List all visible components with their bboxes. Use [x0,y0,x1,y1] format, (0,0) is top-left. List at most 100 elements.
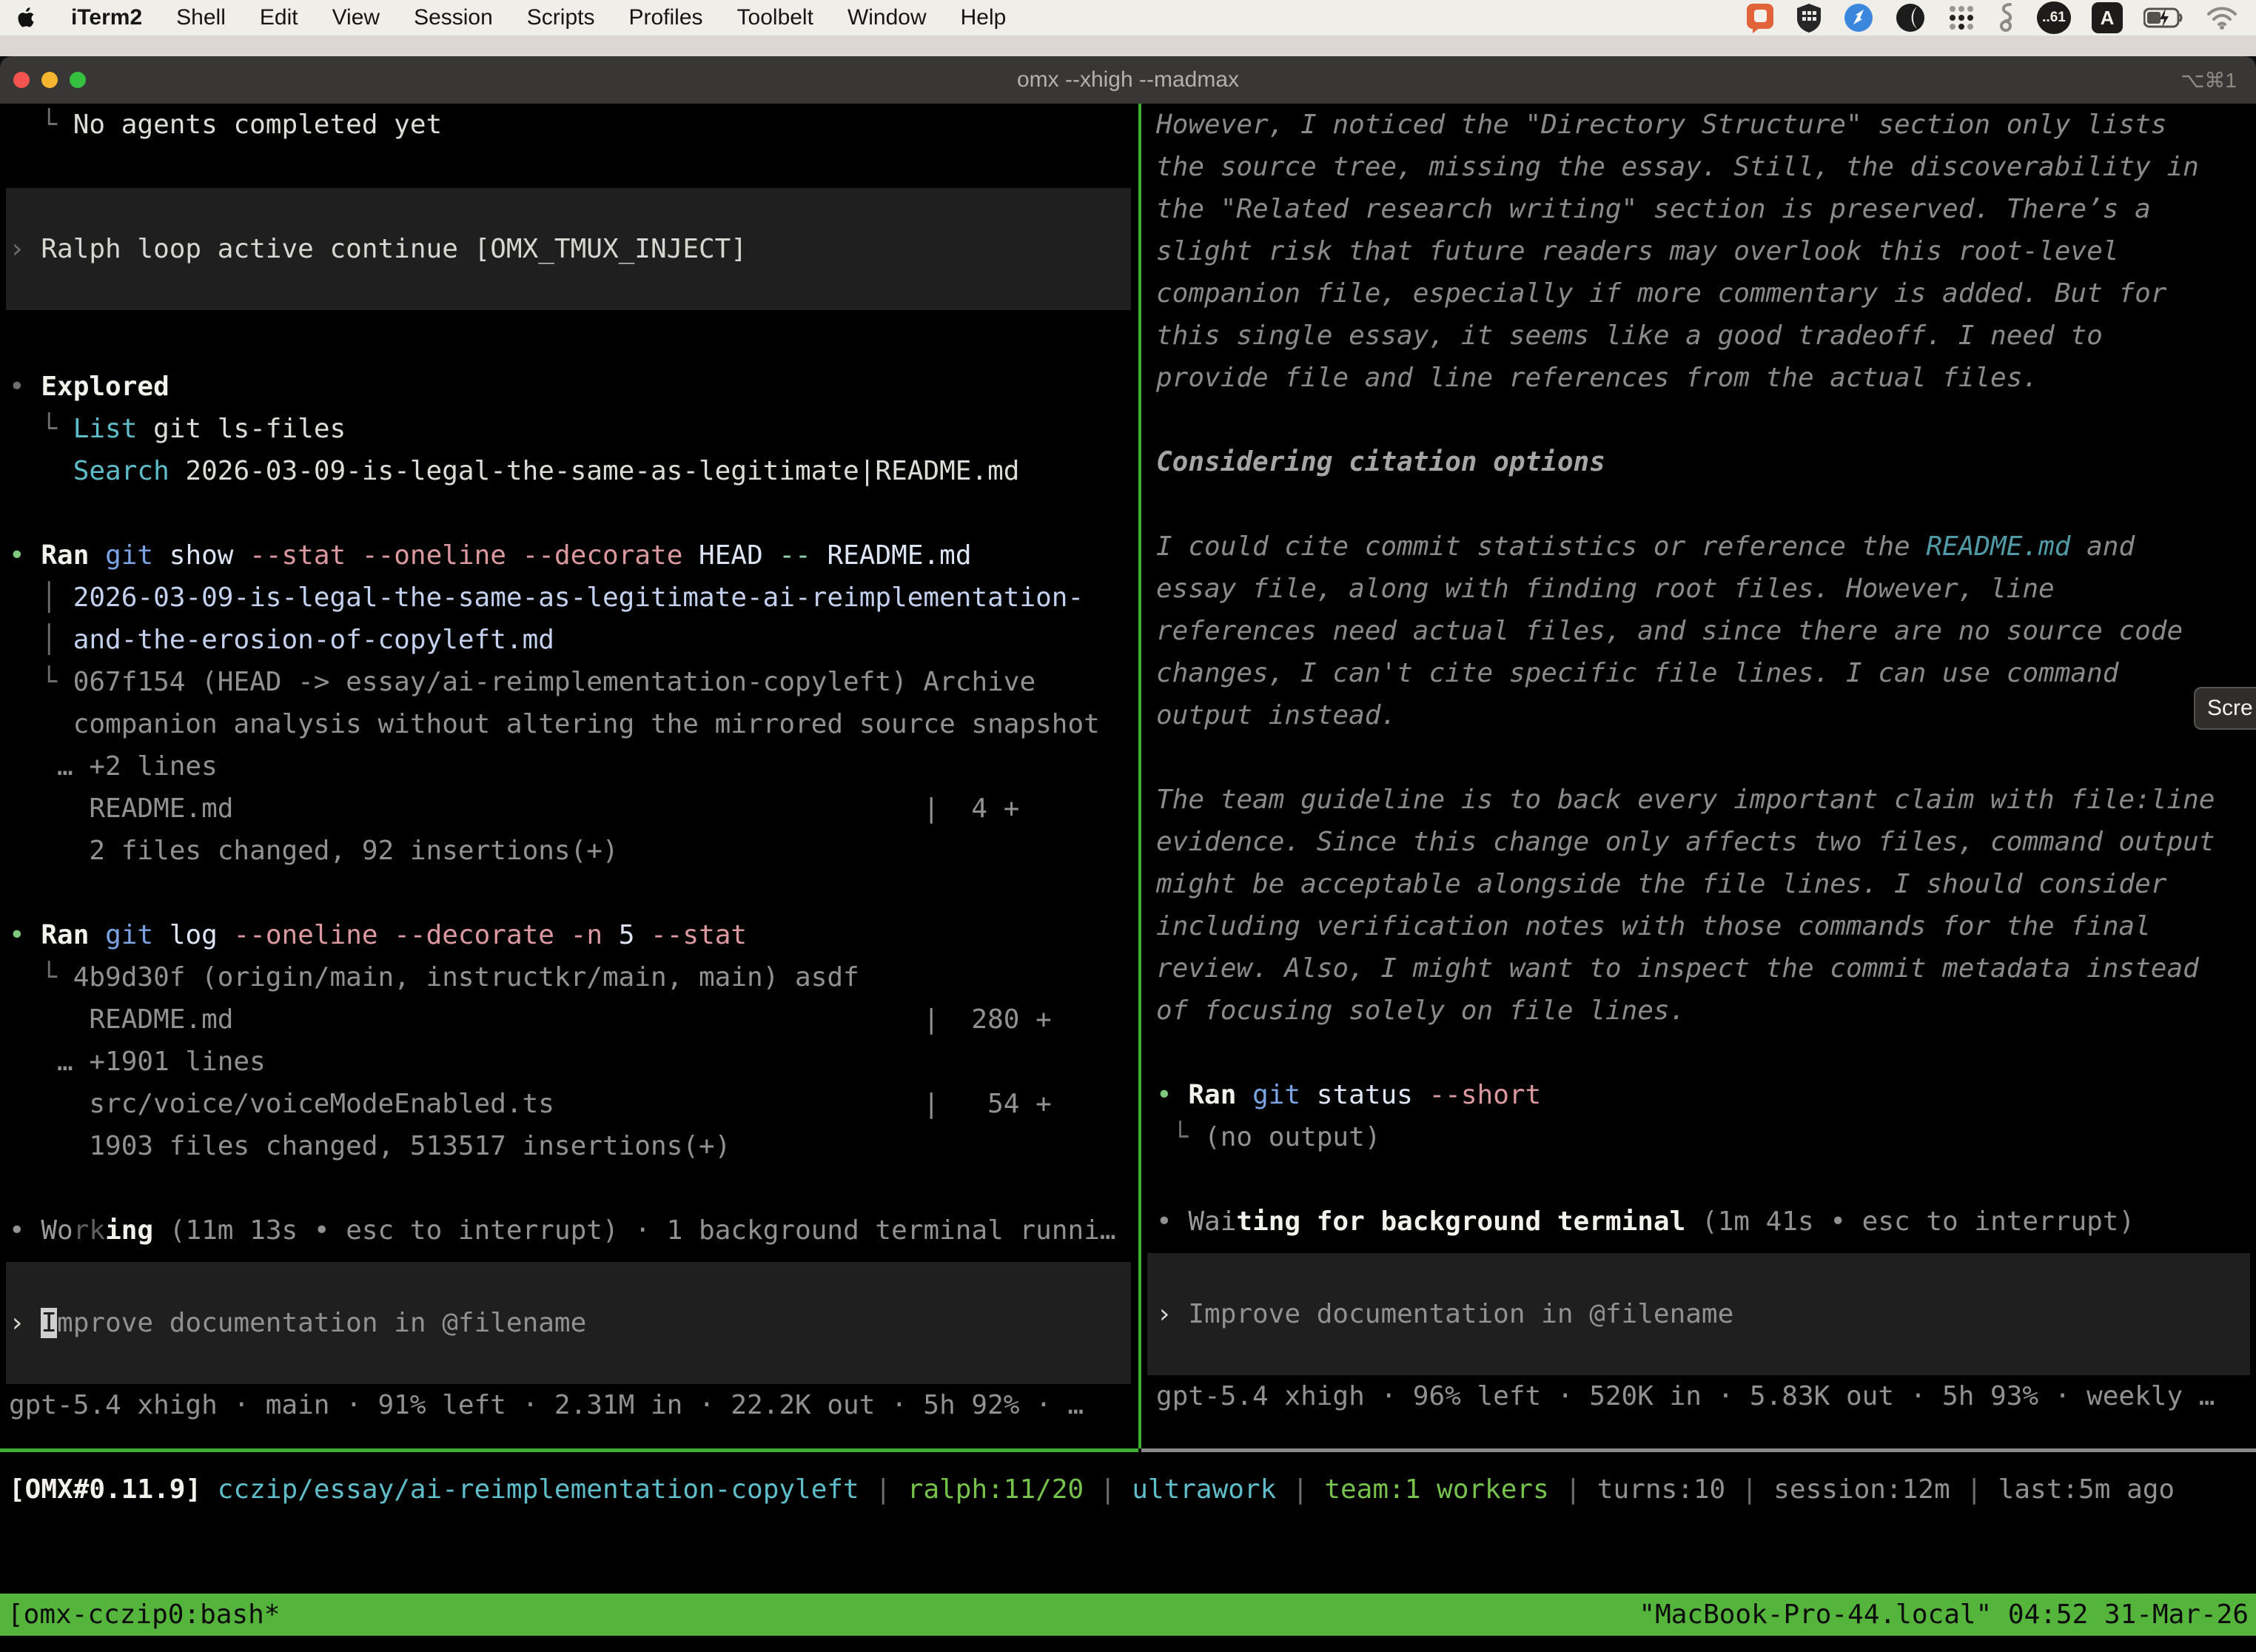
text-segment: Wo [41,1215,73,1246]
text-segment: • [9,920,41,950]
sync-bolt-icon[interactable] [1843,2,1874,33]
text-segment: git [105,920,153,950]
menu-item-edit[interactable]: Edit [260,5,298,30]
text-segment: Explored [41,372,169,402]
right-terminal-pane[interactable]: However, I noticed the "Directory Struct… [1141,104,2256,1448]
text-segment [89,540,105,571]
terminal-line: • Waiting for background terminal (1m 41… [1156,1201,2256,1243]
text-segment: git [1252,1080,1300,1110]
text-segment: (no output) [1204,1122,1380,1152]
terminal-line: might be acceptable alongside the file l… [1156,863,2256,905]
text-segment: log [153,920,218,950]
menu-item-session[interactable]: Session [414,5,493,30]
menu-item-app[interactable]: iTerm2 [71,5,142,30]
text-segment: • [1156,1206,1188,1237]
terminal-line: • Ran git log --oneline --decorate -n 5 … [9,914,1138,956]
text-segment: and [2070,531,2135,562]
text-segment: │ [9,625,73,655]
text-segment: › [9,234,41,264]
text-segment: 5 [602,920,634,950]
tmux-host-clock-label: "MacBook-Pro-44.local" 04:52 31-Mar-26 [1639,1599,2249,1630]
terminal-line: src/voice/voiceModeEnabled.ts | 54 + [9,1083,1138,1125]
text-segment: --stat [634,920,747,950]
badge-count-label: ..61 [2042,10,2066,26]
text-segment: | [1549,1474,1597,1505]
left-terminal-pane[interactable]: └ No agents completed yet› Ralph loop ac… [0,104,1138,1448]
terminal-line: essay file, along with finding root file… [1156,568,2256,610]
text-segment: [OMX#0.11.9] [9,1474,201,1505]
tmux-session-label: [omx-cczip0:bash* [7,1599,280,1630]
terminal-line: The team guideline is to back every impo… [1156,779,2256,821]
menu-item-help[interactable]: Help [961,5,1007,30]
text-segment: | [859,1474,907,1505]
text-segment: git ls-files [137,414,346,444]
text-segment: gpt-5.4 xhigh · 96% left · 520K in · 5.8… [1156,1381,2215,1411]
grid-dots-icon[interactable] [1947,3,1976,33]
a-key-icon[interactable]: A [2092,2,2123,33]
terminal-line: output instead. [1156,694,2256,736]
text-segment: └ [9,962,73,993]
screenshot-notification[interactable]: Scre [2194,687,2256,730]
prompt-input[interactable]: › Improve documentation in @filename [6,1262,1131,1384]
prompt-input[interactable]: › Improve documentation in @filename [1147,1253,2250,1375]
blank-line [9,146,1138,188]
terminal-line: • Explored [9,366,1138,408]
text-segment: (11m 13s • esc to interrupt) · 1 backgro… [153,1215,1115,1246]
terminal-line: this single essay, it seems like a good … [1156,315,2256,357]
window-titlebar[interactable]: omx --xhigh --madmax ⌥⌘1 [0,56,2256,104]
terminal-line: changes, I can't cite specific file line… [1156,652,2256,694]
terminal-line: gpt-5.4 xhigh · 96% left · 520K in · 5.8… [1156,1375,2256,1417]
prompt-input[interactable]: › Ralph loop active continue [OMX_TMUX_I… [6,188,1131,310]
text-segment: 067f154 (HEAD -> essay/ai-reimplementati… [73,667,1035,697]
terminal-line: … +1901 lines [9,1041,1138,1083]
text-segment: mprove documentation in @filename [57,1308,586,1338]
wifi-icon[interactable] [2206,6,2238,30]
text-segment: --oneline [218,920,378,950]
terminal-line: the "Related research writing" section i… [1156,188,2256,230]
text-segment: | [1950,1474,1998,1505]
text-segment: 4b9d30f (origin/main, instructkr/main, m… [73,962,859,993]
blank-line [9,1167,1138,1209]
menu-item-window[interactable]: Window [847,5,927,30]
text-segment: … +2 lines [9,751,218,782]
shield-grid-icon[interactable] [1796,2,1822,33]
text-segment: … +1901 lines [9,1047,266,1077]
apple-icon[interactable] [18,7,37,29]
blank-line [9,492,1138,534]
text-segment: -n [554,920,602,950]
text-segment: Ran [41,920,89,950]
count-badge-icon[interactable]: ..61 [2037,1,2071,34]
terminal-line: └ List git ls-files [9,408,1138,450]
text-segment: --short [1413,1080,1541,1110]
text-segment: Improve documentation in @filename [1188,1299,1733,1329]
crescent-disc-icon[interactable] [1895,2,1926,33]
terminal-line: └ 4b9d30f (origin/main, instructkr/main,… [9,956,1138,998]
text-segment: ralph:11/20 [907,1474,1084,1505]
battery-icon[interactable] [2143,7,2185,29]
inactive-pane-border [1141,1448,2256,1452]
terminal-line: README.md | 4 + [9,788,1138,830]
menu-item-profiles[interactable]: Profiles [628,5,702,30]
text-segment: README.md [1926,531,2070,562]
blank-line [9,1252,1138,1262]
menu-item-view[interactable]: View [332,5,380,30]
text-segment: --stat [233,540,346,571]
text-segment: --decorate [506,540,682,571]
menu-item-shell[interactable]: Shell [176,5,226,30]
omx-status-line: [OMX#0.11.9] cczip/essay/ai-reimplementa… [0,1468,2256,1511]
text-segment: output instead. [1156,700,1397,731]
text-segment: › [1156,1299,1188,1329]
terminal-line: │ and-the-erosion-of-copyleft.md [9,619,1138,661]
text-segment: team:1 workers [1324,1474,1548,1505]
text-segment: this single essay, it seems like a good … [1156,320,2103,351]
text-segment: status [1300,1080,1413,1110]
text-segment: README.md | 280 + [9,1004,1052,1035]
squiggle-icon[interactable] [1997,1,2016,34]
menu-item-toolbelt[interactable]: Toolbelt [737,5,813,30]
menu-item-scripts[interactable]: Scripts [527,5,595,30]
text-segment [89,920,105,950]
text-segment: the source tree, missing the essay. Stil… [1156,152,2199,182]
terminal-line: • Ran git status --short [1156,1074,2256,1116]
chat-notification-icon[interactable] [1745,2,1775,33]
text-segment: README.md [811,540,972,571]
